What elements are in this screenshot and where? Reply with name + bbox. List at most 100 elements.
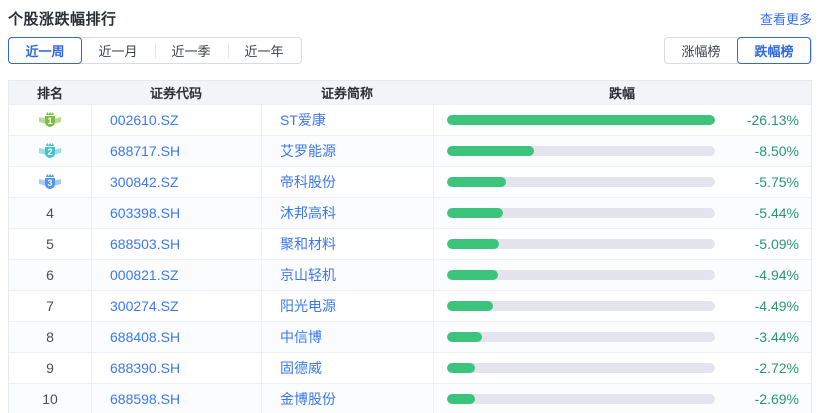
gain-loss-toggle-group: 涨幅榜跌幅榜 (664, 37, 812, 64)
change-cell: -2.69% (433, 384, 811, 413)
table-row: 7300274.SZ阳光电源-4.49% (9, 290, 811, 321)
change-bar-fill (447, 146, 534, 156)
change-percent: -3.44% (737, 329, 799, 345)
table-row: 2 688717.SH艾罗能源 -8.50% (9, 135, 811, 166)
security-name[interactable]: 艾罗能源 (261, 136, 433, 166)
rank-medal-1-icon: 1 (38, 110, 62, 131)
change-bar-fill (447, 208, 503, 218)
table-row: 8688408.SH中信博 -3.44% (9, 321, 811, 352)
change-bar-fill (447, 115, 715, 125)
security-name[interactable]: 聚和材料 (261, 229, 433, 259)
view-more-link[interactable]: 查看更多 (760, 9, 812, 28)
tab-period-1[interactable]: 近一月 (81, 37, 155, 64)
ranking-table: 排名 证券代码 证券简称 跌幅 1002610.SZST爱康-26.13%268… (8, 80, 812, 413)
security-name[interactable]: 金博股份 (261, 384, 433, 413)
svg-text:1: 1 (47, 116, 52, 126)
change-cell: -5.09% (433, 229, 811, 259)
change-bar-track (447, 394, 715, 404)
change-cell: -2.72% (433, 353, 811, 383)
rank-cell: 7 (9, 298, 91, 314)
table-row: 3 300842.SZ帝科股份 -5.75% (9, 166, 811, 197)
change-bar-track (447, 363, 715, 373)
change-percent: -2.69% (737, 391, 799, 407)
tab-period-0[interactable]: 近一周 (8, 37, 82, 64)
toggle-rank-board-0[interactable]: 涨幅榜 (664, 37, 738, 64)
security-code[interactable]: 000821.SZ (91, 260, 261, 290)
security-name[interactable]: ST爱康 (261, 105, 433, 135)
svg-text:3: 3 (47, 178, 52, 188)
column-header-rank: 排名 (9, 81, 91, 104)
rank-cell: 9 (9, 360, 91, 376)
change-cell: -8.50% (433, 136, 811, 166)
table-header-row: 排名 证券代码 证券简称 跌幅 (9, 81, 811, 104)
table-row: 1 002610.SZST爱康 -26.13% (9, 104, 811, 135)
change-cell: -5.75% (433, 167, 811, 197)
change-bar-track (447, 115, 715, 125)
change-bar-track (447, 270, 715, 280)
security-name[interactable]: 阳光电源 (261, 291, 433, 321)
change-percent: -4.94% (737, 267, 799, 283)
widget-header: 个股涨跌幅排行 查看更多 (8, 8, 812, 28)
security-code[interactable]: 002610.SZ (91, 105, 261, 135)
tab-period-2[interactable]: 近一季 (154, 37, 228, 64)
change-cell: -4.94% (433, 260, 811, 290)
change-bar-fill (447, 363, 475, 373)
security-code[interactable]: 603398.SH (91, 198, 261, 228)
rank-cell: 8 (9, 329, 91, 345)
change-percent: -5.75% (737, 174, 799, 190)
security-code[interactable]: 688390.SH (91, 353, 261, 383)
change-cell: -3.44% (433, 322, 811, 352)
change-percent: -8.50% (737, 143, 799, 159)
security-code[interactable]: 688598.SH (91, 384, 261, 413)
rank-medal-2-icon: 2 (38, 141, 62, 162)
page-title: 个股涨跌幅排行 (8, 8, 117, 29)
change-cell: -5.44% (433, 198, 811, 228)
security-name[interactable]: 中信博 (261, 322, 433, 352)
change-bar-track (447, 301, 715, 311)
column-header-change: 跌幅 (433, 81, 811, 104)
column-header-code: 证券代码 (91, 81, 261, 104)
column-header-name: 证券简称 (261, 81, 433, 104)
table-body: 1 002610.SZST爱康 -26.13% 2 688717.SH艾罗能源 -8.50… (9, 104, 811, 413)
table-row: 10688598.SH金博股份 -2.69% (9, 383, 811, 413)
change-bar-fill (447, 332, 482, 342)
rank-cell: 2 (9, 141, 91, 162)
change-bar-fill (447, 177, 506, 187)
security-name[interactable]: 帝科股份 (261, 167, 433, 197)
rank-cell: 6 (9, 267, 91, 283)
table-row: 6000821.SZ京山轻机 -4.94% (9, 259, 811, 290)
change-percent: -26.13% (737, 112, 799, 128)
rank-cell: 1 (9, 110, 91, 131)
security-code[interactable]: 688717.SH (91, 136, 261, 166)
table-row: 9688390.SH固德威 -2.72% (9, 352, 811, 383)
change-bar-track (447, 177, 715, 187)
change-bar-track (447, 332, 715, 342)
change-bar-fill (447, 394, 475, 404)
security-code[interactable]: 688408.SH (91, 322, 261, 352)
security-code[interactable]: 300274.SZ (91, 291, 261, 321)
rank-cell: 5 (9, 236, 91, 252)
change-bar-track (447, 208, 715, 218)
change-bar-track (447, 146, 715, 156)
change-bar-fill (447, 239, 499, 249)
security-name[interactable]: 固德威 (261, 353, 433, 383)
security-code[interactable]: 300842.SZ (91, 167, 261, 197)
security-name[interactable]: 京山轻机 (261, 260, 433, 290)
stock-rank-widget: 个股涨跌幅排行 查看更多 近一周近一月近一季近一年 涨幅榜跌幅榜 排名 证券代码… (0, 0, 820, 413)
controls-row: 近一周近一月近一季近一年 涨幅榜跌幅榜 (8, 37, 812, 64)
period-tab-group: 近一周近一月近一季近一年 (8, 37, 302, 64)
change-bar-fill (447, 270, 498, 280)
rank-cell: 10 (9, 391, 91, 407)
change-cell: -26.13% (433, 105, 811, 135)
change-bar-track (447, 239, 715, 249)
tab-period-3[interactable]: 近一年 (227, 37, 301, 64)
toggle-rank-board-1[interactable]: 跌幅榜 (737, 37, 811, 64)
security-code[interactable]: 688503.SH (91, 229, 261, 259)
table-row: 4603398.SH沐邦高科 -5.44% (9, 197, 811, 228)
change-percent: -5.44% (737, 205, 799, 221)
security-name[interactable]: 沐邦高科 (261, 198, 433, 228)
rank-cell: 4 (9, 205, 91, 221)
rank-medal-3-icon: 3 (38, 172, 62, 193)
change-percent: -2.72% (737, 360, 799, 376)
change-percent: -5.09% (737, 236, 799, 252)
